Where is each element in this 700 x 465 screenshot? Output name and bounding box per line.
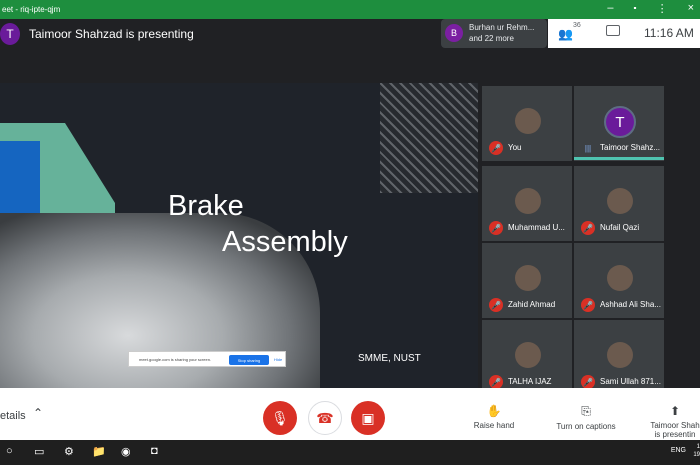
participant-name: Burhan ur Rehm... [469, 23, 535, 32]
participant-name: You [508, 143, 522, 152]
participant-tile[interactable]: 🎤 You [482, 86, 572, 161]
participant-tile[interactable]: 🎤 Zahid Ahmad [482, 243, 572, 318]
avatar [515, 342, 541, 368]
slide-circuit-pattern [380, 83, 478, 193]
avatar [515, 265, 541, 291]
mic-muted-icon: 🎤 [581, 375, 595, 389]
taskbar-date: 19 [693, 452, 700, 458]
clock: 11:16 AM [644, 26, 694, 40]
meeting-details-button[interactable]: etails [0, 410, 26, 422]
mic-indicator-icon: ⬝ [633, 2, 637, 14]
meet-window: eet - riq-ipte-qjm – ⬝ ⋮ × T Taimoor Sha… [0, 0, 700, 465]
task-view-icon[interactable]: ▭ [34, 445, 44, 458]
present-line1: Taimoor Shah [650, 421, 700, 430]
windows-taskbar: ○ ▭ ⚙ 📁 ◉ ◘ ENG 1 19 [0, 440, 700, 465]
participant-name: Muhammad U... [508, 223, 565, 232]
slide-title-line1: Brake [168, 190, 244, 222]
settings-icon[interactable]: ⚙ [64, 445, 74, 458]
participant-name: Nufail Qazi [600, 223, 640, 232]
participant-tile[interactable]: 🎤 TALHA IJAZ [482, 320, 572, 395]
avatar [607, 342, 633, 368]
raise-hand-button[interactable]: ✋ Raise hand [468, 404, 520, 430]
slide-title-line2: Assembly [222, 226, 348, 258]
audio-wave-icon: ||| [581, 141, 595, 155]
search-icon[interactable]: ○ [6, 445, 13, 457]
present-icon: ⬆ [669, 404, 681, 418]
tab-title: eet - riq-ipte-qjm [2, 5, 61, 14]
participant-tile[interactable]: 🎤 Sami Ullah 871... [574, 320, 664, 395]
captions-button[interactable]: ⎘ Turn on captions [553, 404, 619, 431]
participant-more: and 22 more [469, 34, 514, 43]
participant-name: Zahid Ahmad [508, 300, 556, 309]
speaking-bar [574, 157, 664, 160]
minimize-icon[interactable]: – [607, 2, 613, 15]
participant-name: TALHA IJAZ [508, 377, 552, 386]
share-notice: meet.google.com is sharing your screen. [139, 357, 212, 362]
microphone-toggle-button[interactable]: 🎙 [263, 401, 297, 435]
meeting-controls: etails ⌃ 🎙 ☎ ▣ ✋ Raise hand ⎘ Turn on ca… [0, 388, 700, 440]
meeting-header: T Taimoor Shahzad is presenting B Burhan… [0, 19, 700, 83]
mic-muted-icon: 🎤 [489, 375, 503, 389]
camera-toggle-button[interactable]: ▣ [351, 401, 385, 435]
language-indicator[interactable]: ENG [671, 447, 686, 454]
leave-call-button[interactable]: ☎ [308, 401, 342, 435]
captions-label: Turn on captions [556, 422, 616, 431]
present-status[interactable]: ⬆ Taimoor Shah is presentin [645, 404, 700, 439]
presenter-avatar: T [0, 23, 20, 45]
chevron-up-icon[interactable]: ⌃ [33, 406, 43, 420]
participant-name: Ashhad Ali Sha... [600, 300, 661, 309]
presentation-screen: Brake Assembly meet.google.com is sharin… [0, 83, 478, 388]
edge-icon[interactable]: ◉ [121, 445, 131, 458]
mic-muted-icon: 🎤 [489, 141, 503, 155]
file-explorer-icon[interactable]: 📁 [92, 445, 106, 458]
taskbar-clock[interactable]: 1 19 [688, 443, 700, 459]
slide-decor-block [0, 141, 40, 213]
presenting-text: Taimoor Shahzad is presenting [29, 27, 194, 41]
participant-name: Taimoor Shahz... [600, 143, 661, 152]
avatar [515, 188, 541, 214]
mic-muted-icon: 🎤 [581, 221, 595, 235]
participant-tile[interactable]: T ||| Taimoor Shahz... [574, 86, 664, 161]
participant-tile[interactable]: 🎤 Nufail Qazi [574, 166, 664, 241]
slide-footer: SMME, NUST [358, 353, 421, 364]
avatar: T [604, 106, 636, 138]
mic-muted-icon: 🎤 [581, 298, 595, 312]
more-icon[interactable]: ⋮ [657, 2, 668, 15]
participant-grid: 🎤 You T ||| Taimoor Shahz... 🎤 Muhammad … [478, 83, 700, 395]
people-count: 36 [573, 22, 581, 29]
stop-sharing-button[interactable]: Stop sharing [229, 355, 269, 365]
taskbar-time: 1 [696, 444, 700, 450]
present-line2: is presentin [654, 430, 696, 439]
avatar [515, 108, 541, 134]
hide-link[interactable]: Hide [274, 357, 282, 362]
hand-icon: ✋ [486, 404, 502, 418]
chat-icon[interactable] [606, 25, 620, 36]
screen-share-banner: meet.google.com is sharing your screen. … [128, 351, 286, 367]
avatar [607, 265, 633, 291]
raise-hand-label: Raise hand [473, 421, 515, 430]
close-icon[interactable]: × [688, 2, 694, 15]
window-controls: – ⬝ ⋮ × [607, 2, 694, 15]
avatar [607, 188, 633, 214]
participant-tile[interactable]: 🎤 Muhammad U... [482, 166, 572, 241]
participant-name: Sami Ullah 871... [600, 377, 661, 386]
meet-app-icon[interactable]: ◘ [151, 445, 158, 457]
mic-muted-icon: 🎤 [489, 298, 503, 312]
header-toolbar: 👥 36 11:16 AM [548, 19, 700, 48]
participant-tile[interactable]: 🎤 Ashhad Ali Sha... [574, 243, 664, 318]
participant-avatar: B [445, 24, 463, 42]
people-icon[interactable]: 👥 [558, 27, 573, 41]
browser-titlebar: eet - riq-ipte-qjm – ⬝ ⋮ × [0, 0, 700, 19]
participants-chip[interactable]: B Burhan ur Rehm... and 22 more [441, 19, 547, 48]
captions-icon: ⎘ [581, 404, 591, 418]
mic-muted-icon: 🎤 [489, 221, 503, 235]
